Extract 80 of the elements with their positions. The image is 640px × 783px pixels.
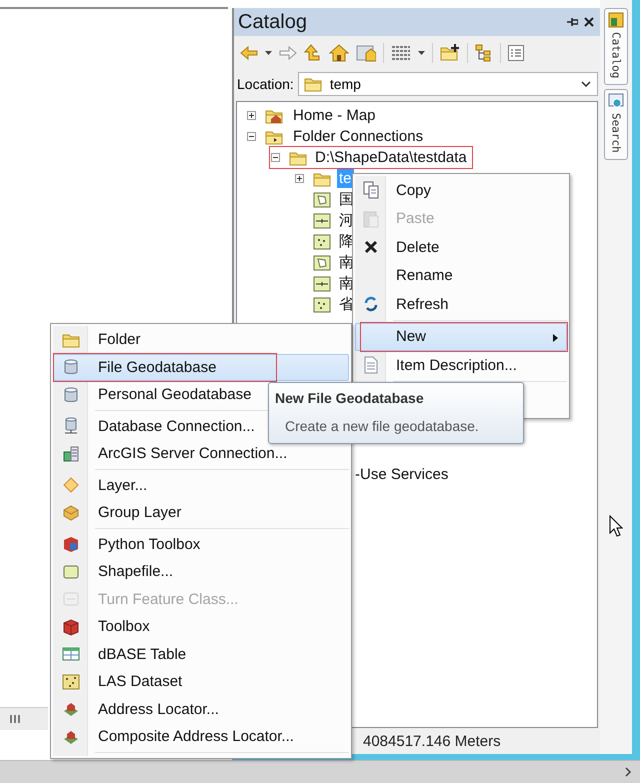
point-cloud-icon bbox=[62, 672, 80, 691]
database-home-icon bbox=[356, 44, 376, 62]
menu-item[interactable]: Item Description... bbox=[355, 351, 567, 380]
add-folder-icon bbox=[440, 44, 460, 62]
menu-item[interactable]: Composite Address Locator... bbox=[53, 723, 349, 750]
tree-item[interactable]: 河 bbox=[337, 211, 356, 230]
menu-item[interactable]: Refresh bbox=[355, 290, 567, 318]
chevron-right-icon bbox=[625, 767, 632, 777]
up-arrow-icon bbox=[304, 44, 322, 62]
line-feature-icon bbox=[62, 590, 80, 608]
menu-item[interactable]: Copy bbox=[355, 176, 567, 204]
list-icon bbox=[508, 45, 524, 61]
house-icon bbox=[62, 700, 80, 718]
square-icon bbox=[62, 562, 80, 581]
database-server-icon bbox=[62, 417, 80, 436]
menu-item[interactable]: Python Toolbox bbox=[53, 530, 349, 558]
back-arrow-icon bbox=[240, 45, 258, 61]
expand-icon[interactable] bbox=[295, 174, 304, 183]
table-icon bbox=[62, 645, 80, 664]
tree-item[interactable]: 降 bbox=[337, 232, 356, 251]
tree-item[interactable]: Folder Connections bbox=[291, 127, 426, 146]
dropdown-chevron-icon bbox=[581, 81, 591, 87]
server-icon bbox=[62, 444, 80, 463]
catalog-icon bbox=[608, 12, 624, 28]
point-layer-icon bbox=[313, 296, 331, 312]
menu-item[interactable]: Address Locator... bbox=[53, 696, 349, 723]
python-toolbox-icon bbox=[62, 535, 80, 554]
database-icon bbox=[62, 386, 80, 404]
side-tab[interactable]: Search bbox=[604, 89, 628, 160]
scrollbar[interactable] bbox=[0, 760, 640, 783]
menu-item[interactable]: Group Layer bbox=[53, 499, 349, 526]
menu-item[interactable]: LAS Dataset bbox=[53, 668, 349, 696]
cursor-icon bbox=[609, 515, 623, 537]
collapse-icon[interactable] bbox=[271, 153, 280, 162]
tooltip-title: New File Geodatabase bbox=[275, 390, 425, 406]
menu-item[interactable]: dBASE Table bbox=[53, 640, 349, 668]
search-icon bbox=[608, 93, 624, 110]
home-icon bbox=[329, 44, 349, 62]
refresh-icon bbox=[362, 295, 380, 314]
menu-item[interactable]: File Geodatabase bbox=[53, 354, 349, 381]
database-icon bbox=[62, 358, 80, 376]
menu-item[interactable]: Rename bbox=[355, 262, 567, 290]
forward-arrow-icon bbox=[279, 45, 297, 61]
menu-item[interactable]: ArcGIS Server Connection... bbox=[53, 440, 349, 468]
document-icon bbox=[362, 356, 380, 374]
menu-item[interactable]: Shapefile... bbox=[53, 558, 349, 586]
menu-item[interactable]: New bbox=[355, 322, 567, 351]
tree-item[interactable]: -Use Services bbox=[355, 466, 448, 483]
location-label: Location: bbox=[237, 76, 294, 92]
tree-icon bbox=[475, 44, 493, 62]
close-icon bbox=[584, 17, 594, 27]
copy-icon bbox=[362, 181, 380, 200]
diamond-icon bbox=[62, 476, 80, 494]
tree-item[interactable]: 省 bbox=[337, 295, 356, 314]
line-layer-icon bbox=[313, 212, 331, 228]
caret-icon bbox=[418, 51, 425, 55]
menu-item[interactable]: Toolbox bbox=[53, 613, 349, 640]
tree-item[interactable]: Home - Map bbox=[291, 106, 378, 125]
location-field[interactable]: temp bbox=[298, 72, 598, 96]
status-text: 4084517.146 Meters bbox=[363, 732, 501, 750]
polygon-layer-icon bbox=[313, 254, 331, 270]
scrollbar[interactable] bbox=[0, 707, 48, 730]
tooltip-text: Create a new file geodatabase. bbox=[285, 418, 480, 434]
tree-item[interactable]: D:\ShapeData\testdata bbox=[313, 148, 469, 167]
menu-item[interactable]: Delete bbox=[355, 233, 567, 262]
menu-item[interactable]: Folder bbox=[53, 326, 349, 354]
grip-icon bbox=[10, 715, 21, 723]
cube-icon bbox=[62, 504, 80, 522]
expand-icon[interactable] bbox=[247, 111, 256, 120]
line-layer-icon bbox=[313, 276, 331, 292]
grid-view-icon bbox=[391, 45, 411, 61]
collapse-icon[interactable] bbox=[247, 132, 256, 141]
pin-icon bbox=[567, 17, 578, 27]
point-layer-icon bbox=[313, 234, 331, 250]
clipboard-icon bbox=[362, 210, 380, 228]
caret-icon bbox=[265, 51, 272, 55]
polygon-layer-icon bbox=[313, 192, 331, 208]
panel-title: Catalog bbox=[238, 10, 308, 34]
side-tab[interactable]: Catalog bbox=[604, 8, 628, 86]
menu-item[interactable]: Layer... bbox=[53, 472, 349, 499]
